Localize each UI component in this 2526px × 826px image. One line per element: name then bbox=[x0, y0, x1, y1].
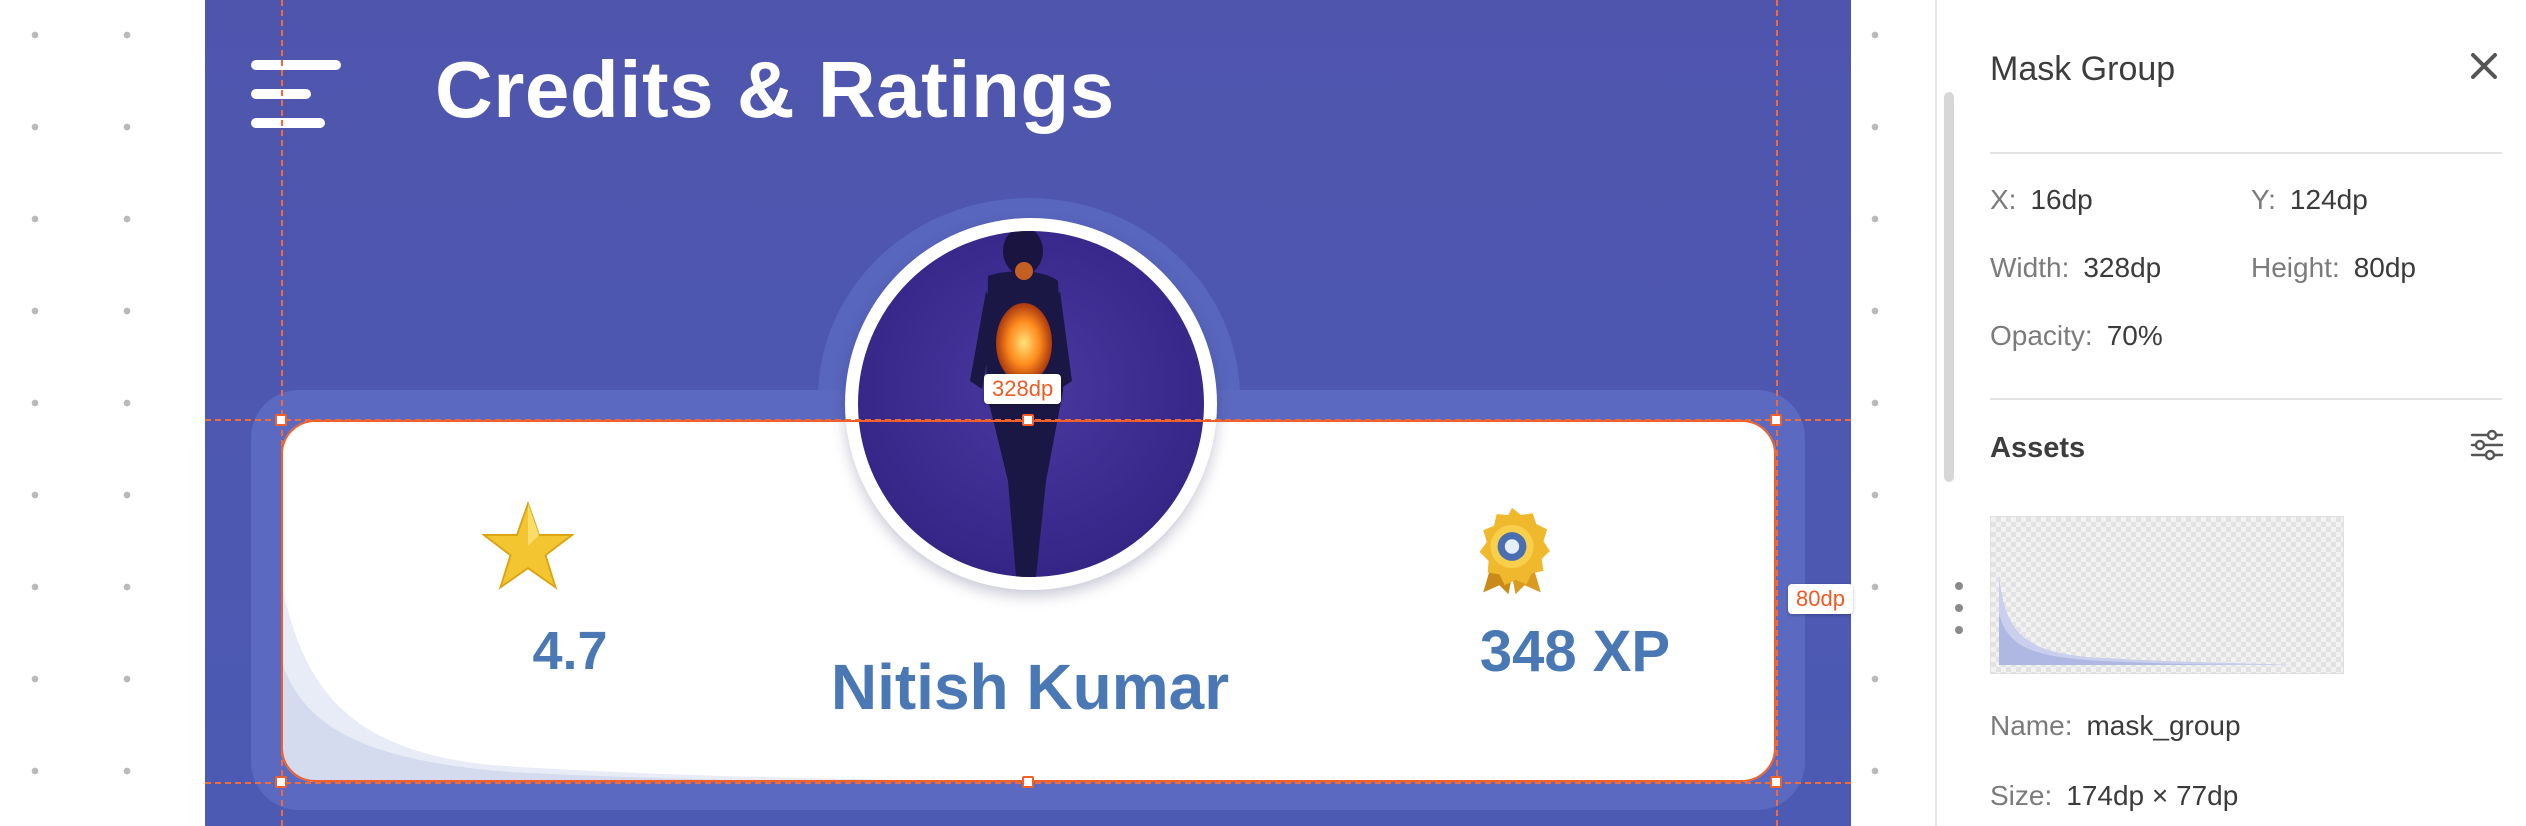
panel-scrollbar[interactable] bbox=[1944, 92, 1954, 482]
filter-sliders-icon[interactable] bbox=[2470, 428, 2504, 462]
prop-height: Height: 80dp bbox=[2251, 252, 2417, 283]
asset-size: Size: 174dp × 77dp bbox=[1990, 780, 2239, 811]
assets-heading: Assets bbox=[1990, 432, 2086, 464]
inspector-panel bbox=[1937, 0, 2526, 826]
asset-name: Name: mask_group bbox=[1990, 710, 2241, 741]
prop-x: X: 16dp bbox=[1990, 184, 2093, 215]
guide-right bbox=[1776, 0, 1778, 826]
width-dimension-label: 328dp bbox=[984, 374, 1062, 404]
prop-width: Width: 328dp bbox=[1990, 252, 2162, 283]
panel-divider-line bbox=[1990, 152, 2502, 154]
selection-box[interactable] bbox=[281, 420, 1776, 782]
resize-handle[interactable] bbox=[275, 776, 287, 788]
resize-handle[interactable] bbox=[275, 414, 287, 426]
prop-y: Y: 124dp bbox=[2251, 184, 2368, 215]
panel-divider-line bbox=[1990, 398, 2502, 400]
close-icon[interactable] bbox=[2466, 48, 2502, 84]
page-title: Credits & Ratings bbox=[435, 45, 1115, 134]
prop-opacity: Opacity: 70% bbox=[1990, 320, 2163, 351]
drag-handle-icon[interactable] bbox=[1953, 582, 1965, 638]
inspector-title: Mask Group bbox=[1990, 50, 2176, 88]
hamburger-menu-icon[interactable] bbox=[251, 60, 341, 128]
height-dimension-label: 80dp bbox=[1788, 584, 1853, 614]
resize-handle[interactable] bbox=[1022, 414, 1034, 426]
asset-thumbnail[interactable] bbox=[1990, 516, 2344, 674]
resize-handle[interactable] bbox=[1770, 776, 1782, 788]
resize-handle[interactable] bbox=[1022, 776, 1034, 788]
resize-handle[interactable] bbox=[1770, 414, 1782, 426]
